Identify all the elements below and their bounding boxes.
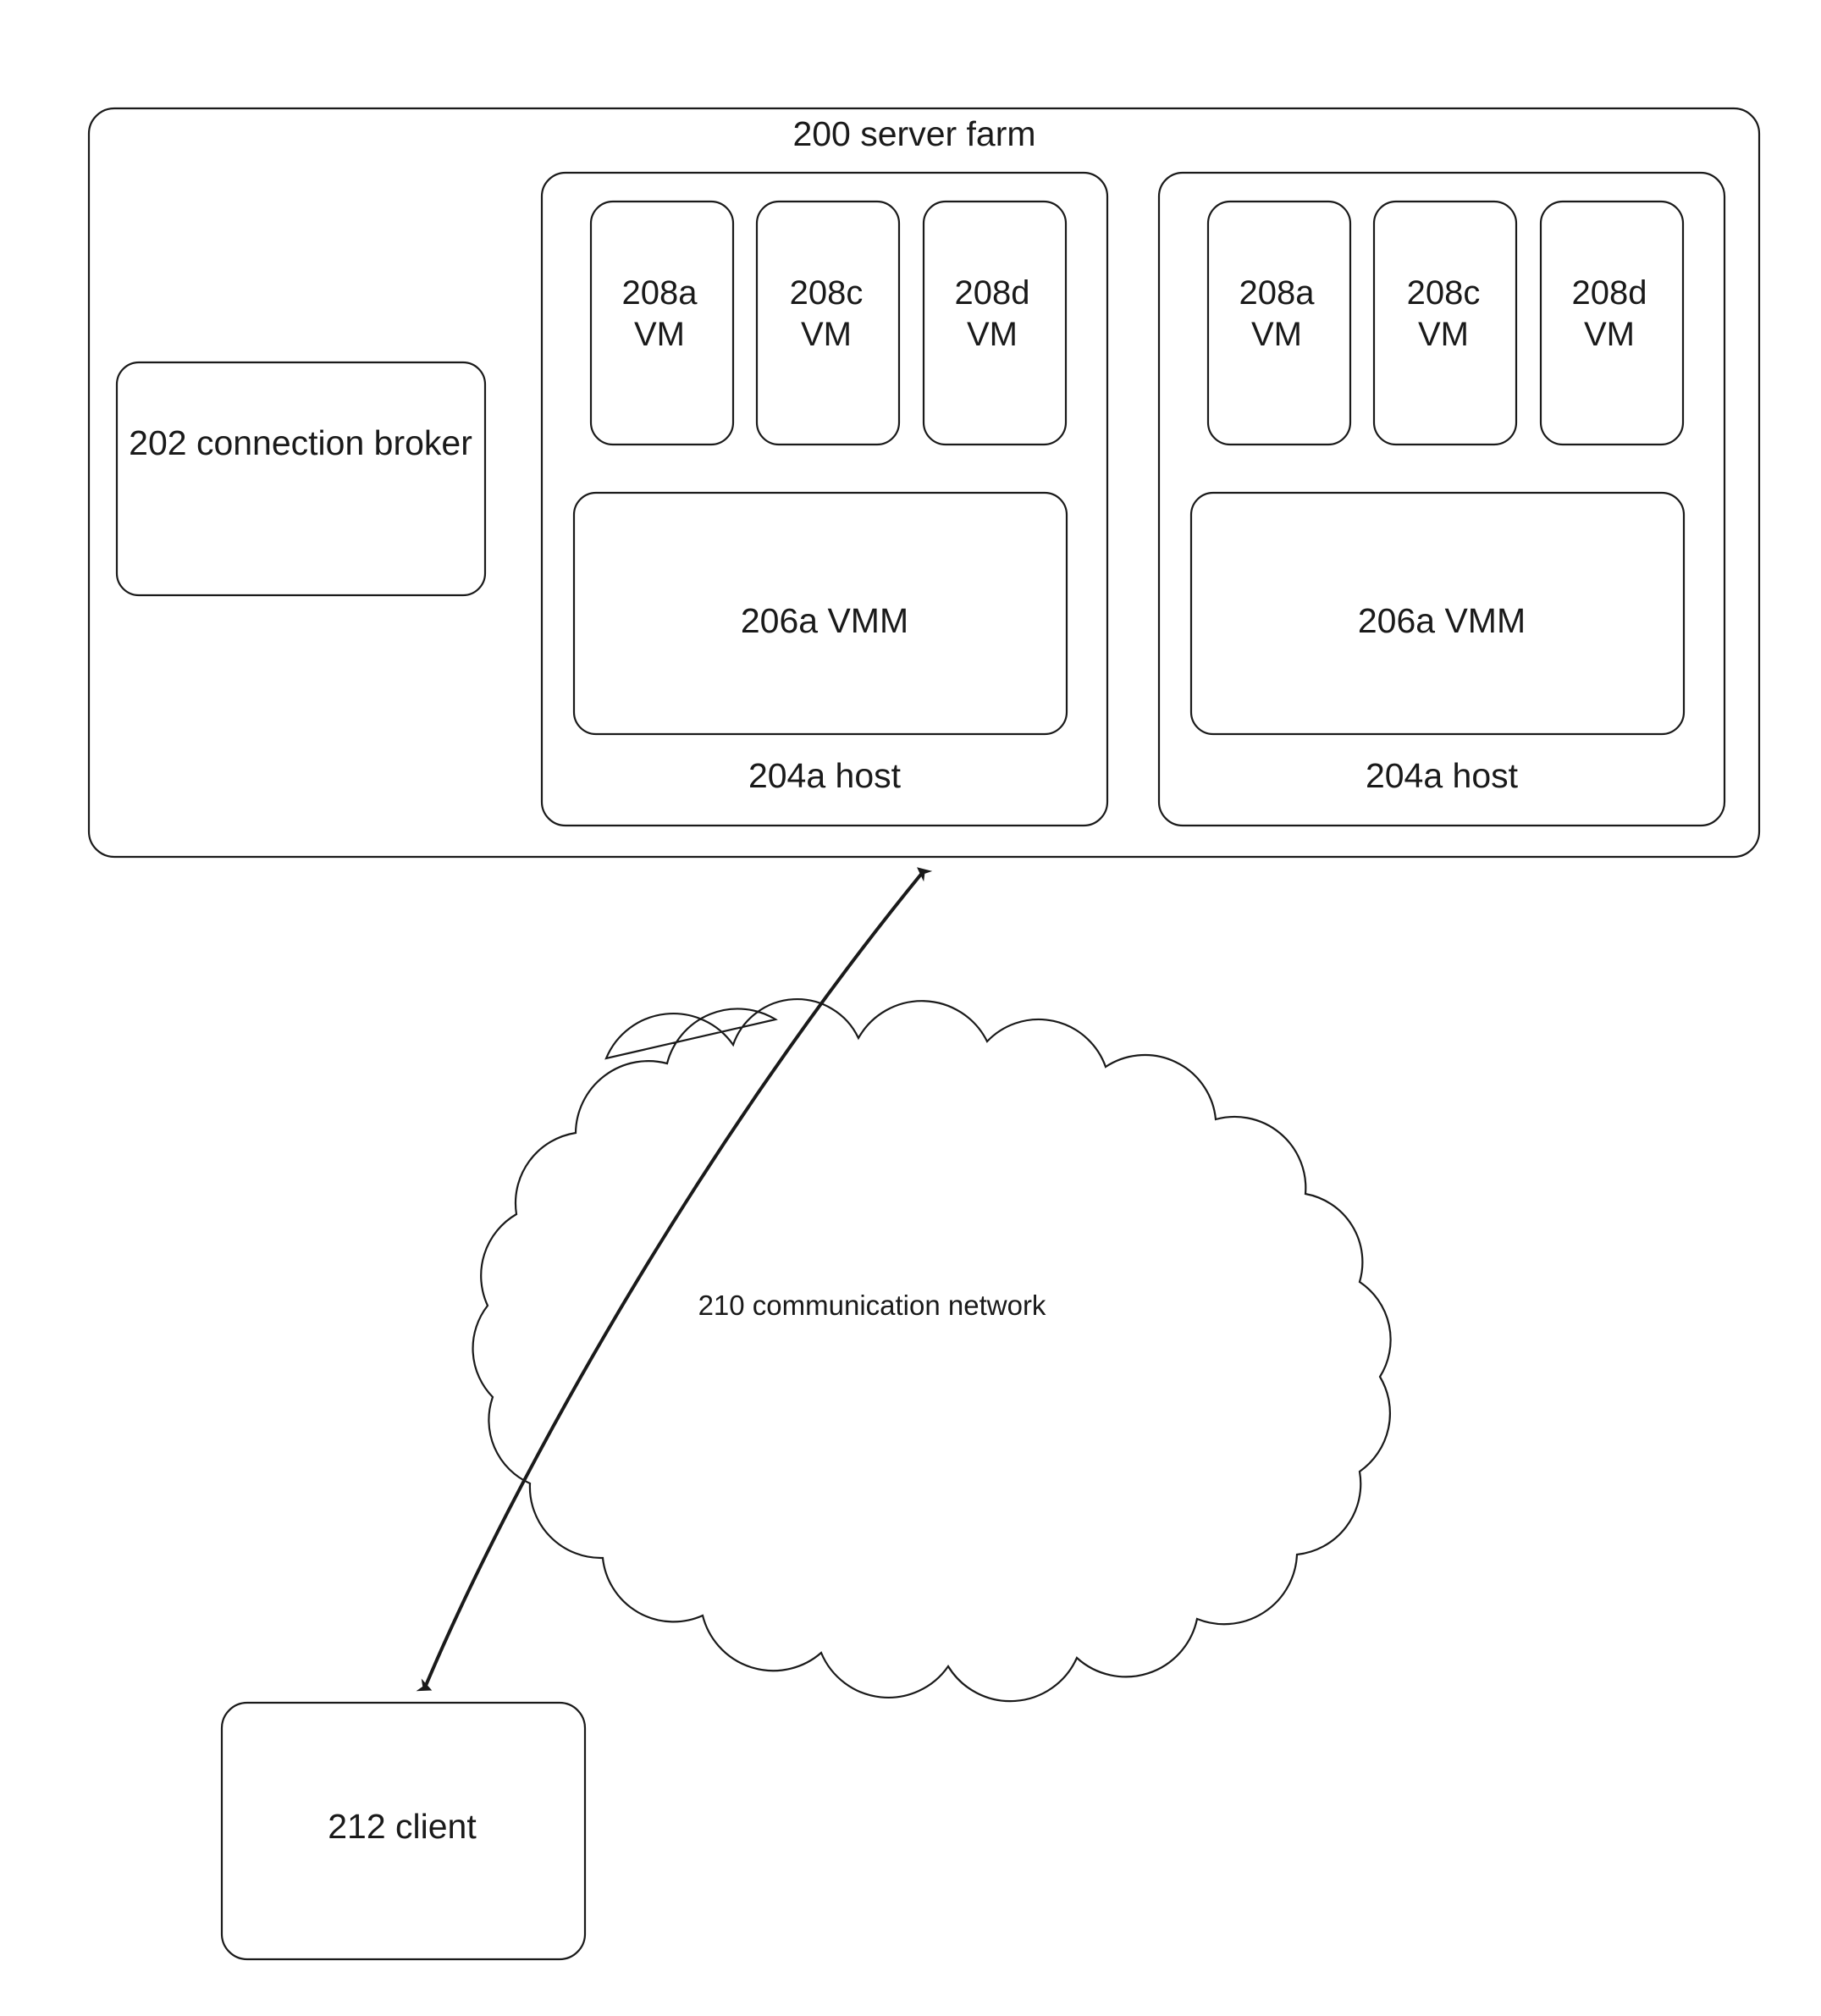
host-box-2[interactable] <box>1157 171 1726 827</box>
network-cloud-shape <box>472 998 1392 1703</box>
connection-broker-box[interactable] <box>115 361 487 597</box>
vmm-label-1: 206a VMM <box>740 601 909 640</box>
connection-broker-label: 202 connection broker <box>129 423 472 462</box>
vmm-label-2: 206a VMM <box>1357 601 1526 640</box>
vm-label-1-208a: 208a VM <box>621 274 698 353</box>
host-label-2: 204a host <box>1365 756 1519 795</box>
vm-label-2-208c: 208c VM <box>1406 274 1481 353</box>
vm-label-2-208a: 208a VM <box>1239 274 1315 353</box>
vm-label-1-208d: 208d VM <box>954 274 1030 353</box>
client-to-farm-connector <box>416 867 933 1692</box>
diagram-canvas: 200 server farm 202 connection broker 20… <box>0 0 1821 2016</box>
host-label-1: 204a host <box>748 756 902 795</box>
client-label: 212 client <box>328 1807 477 1846</box>
vm-label-2-208d: 208d VM <box>1571 274 1647 353</box>
communication-network-label: 210 communication network <box>698 1290 1046 1321</box>
host-box-1[interactable] <box>540 171 1109 827</box>
server-farm-label: 200 server farm <box>792 114 1036 153</box>
vm-label-1-208c: 208c VM <box>789 274 864 353</box>
